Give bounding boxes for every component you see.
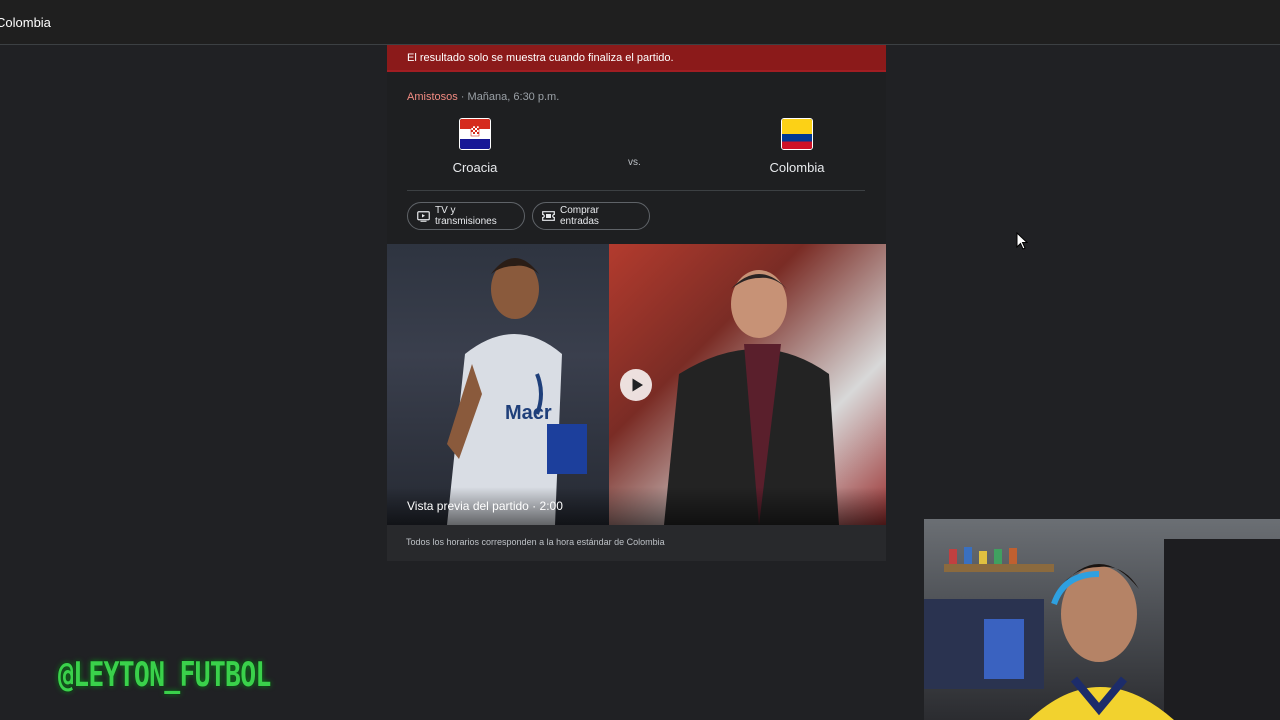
top-bar: Colombia [0,0,1280,45]
svg-text:Macr: Macr [505,402,552,424]
buy-tickets-label: Comprar entradas [560,205,599,227]
match-datetime: Mañana, 6:30 p.m. [467,91,560,103]
home-team[interactable]: Croacia [405,118,545,175]
timezone-note: Todos los horarios corresponden a la hor… [406,537,665,547]
cursor-icon [1016,231,1029,255]
webcam-overlay [924,519,1280,720]
match-preview-video[interactable]: Macr Vista previa del partido · 2:00 [387,244,886,525]
tv-icon [417,210,430,222]
away-team[interactable]: Colombia [727,118,867,175]
page-title: Colombia [0,15,51,30]
match-card: El resultado solo se muestra cuando fina… [387,45,886,561]
away-team-name: Colombia [769,160,825,175]
result-notice-text: El resultado solo se muestra cuando fina… [407,52,674,64]
timezone-footer: Todos los horarios corresponden a la hor… [387,525,886,561]
video-caption: Vista previa del partido · 2:00 [407,499,563,513]
ticket-icon [542,211,555,221]
play-icon[interactable] [620,369,652,401]
tv-streams-label: TV y transmisiones [435,205,497,227]
video-caption-bar: Vista previa del partido · 2:00 [387,487,886,525]
colombia-flag-icon [781,118,813,150]
meta-separator: · [457,91,468,103]
match-meta: Amistosos · Mañana, 6:30 p.m. [407,91,559,103]
channel-watermark: @LEYTON_FUTBOL [58,655,271,695]
tv-streams-button[interactable]: TV y transmisiones [407,202,525,230]
buy-tickets-button[interactable]: Comprar entradas [532,202,650,230]
video-thumbnail-player: Macr [387,244,609,525]
vs-label: vs. [628,157,641,168]
divider [407,190,865,191]
result-notice-banner: El resultado solo se muestra cuando fina… [387,45,886,72]
competition-link[interactable]: Amistosos [407,91,458,103]
croatia-flag-icon [459,118,491,150]
home-team-name: Croacia [452,160,498,175]
